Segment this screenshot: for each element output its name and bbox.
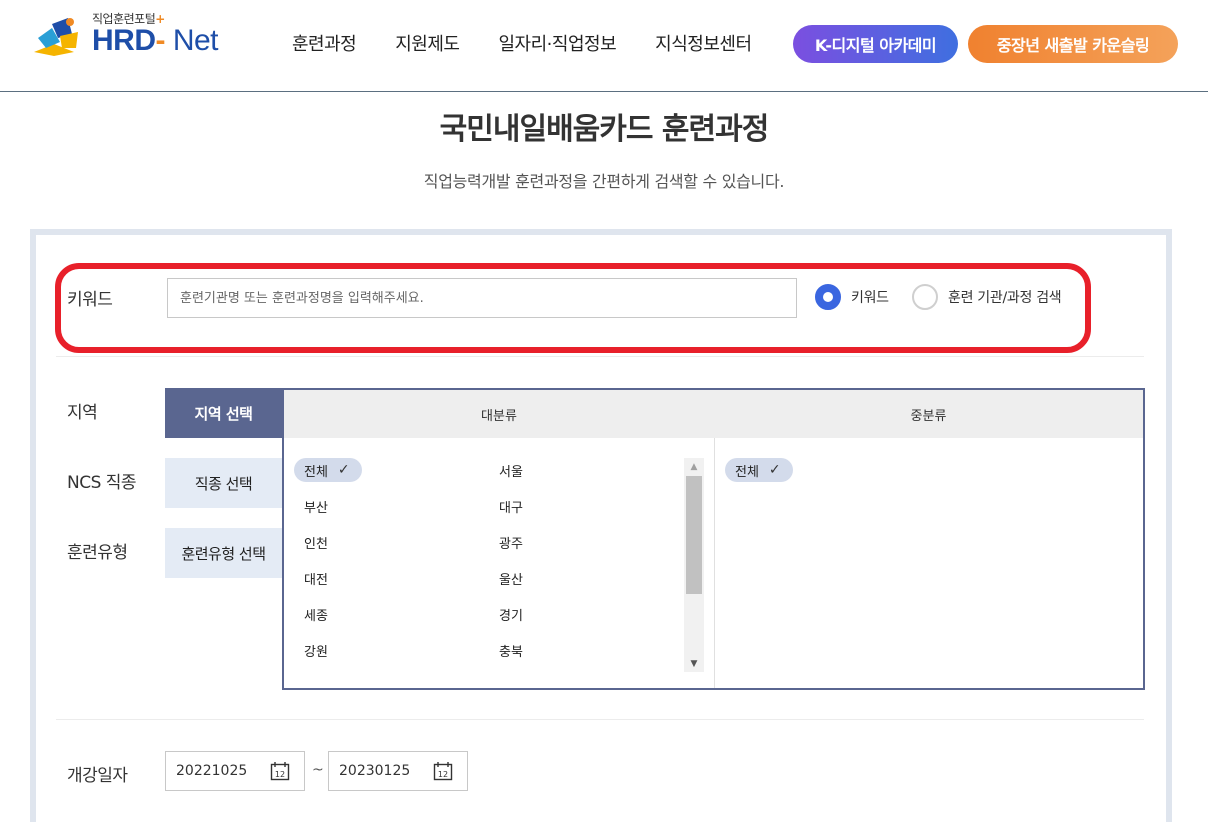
minor-item-label: 전체	[735, 464, 759, 480]
radio-institution-dot[interactable]	[912, 284, 938, 310]
header: 직업훈련포털+ HRD- Net 훈련과정 지원제도 일자리·직업정보 지식정보…	[0, 0, 1208, 92]
radio-institution-label: 훈련 기관/과정 검색	[948, 290, 1062, 306]
nav-training-courses[interactable]: 훈련과정	[292, 30, 357, 56]
region-item-busan[interactable]: 부산	[304, 494, 328, 518]
divider	[56, 356, 1144, 357]
divider	[56, 719, 1144, 720]
radio-keyword[interactable]: 키워드	[815, 284, 889, 310]
check-icon: ✓	[768, 462, 781, 478]
region-item-gyeonggi[interactable]: 경기	[499, 602, 523, 626]
radio-keyword-dot[interactable]	[815, 284, 841, 310]
region-item-gangwon[interactable]: 강원	[304, 638, 328, 662]
region-item-seoul[interactable]: 서울	[499, 458, 523, 482]
region-item-ulsan[interactable]: 울산	[499, 566, 523, 590]
region-item-daejeon[interactable]: 대전	[304, 566, 328, 590]
k-digital-academy-button[interactable]: K-디지털 아카데미	[793, 25, 958, 63]
logo-main-dash: -	[155, 24, 166, 57]
nav-jobs-info[interactable]: 일자리·직업정보	[499, 30, 617, 56]
calendar-icon[interactable]: 12	[433, 761, 453, 781]
end-date-value: 20230125	[339, 763, 411, 779]
radio-institution[interactable]: 훈련 기관/과정 검색	[912, 284, 1062, 310]
training-type-label: 훈련유형	[67, 543, 128, 563]
page-subtitle: 직업능력개발 훈련과정을 간편하게 검색할 수 있습니다.	[423, 172, 785, 191]
date-separator: ~	[312, 762, 324, 778]
logo-icon	[34, 18, 78, 56]
logo-main-net: Net	[165, 24, 219, 57]
main-nav: 훈련과정 지원제도 일자리·직업정보 지식정보센터	[292, 30, 752, 56]
column-divider	[714, 438, 715, 688]
region-item-sejong[interactable]: 세종	[304, 602, 328, 626]
region-item-daegu[interactable]: 대구	[499, 494, 523, 518]
scroll-down-icon[interactable]: ▼	[684, 655, 704, 672]
minor-item-all[interactable]: 전체 ✓	[725, 458, 793, 482]
start-date-value: 20221025	[176, 763, 248, 779]
region-label: 지역	[67, 403, 98, 423]
tab-ncs-select[interactable]: 직종 선택	[165, 458, 282, 508]
region-item-gwangju[interactable]: 광주	[499, 530, 523, 554]
end-date-field[interactable]: 20230125 12	[328, 751, 468, 791]
region-item-chungbuk[interactable]: 충북	[499, 638, 523, 662]
tab-type-select[interactable]: 훈련유형 선택	[165, 528, 282, 578]
check-icon: ✓	[337, 462, 350, 478]
major-category-header: 대분류	[481, 408, 517, 424]
keyword-label: 키워드	[67, 290, 113, 310]
page-title: 국민내일배움카드 훈련과정	[439, 112, 770, 147]
keyword-input[interactable]	[167, 278, 797, 318]
calendar-icon[interactable]: 12	[270, 761, 290, 781]
start-date-label: 개강일자	[67, 766, 128, 786]
radio-keyword-label: 키워드	[851, 290, 889, 306]
major-list-scrollbar[interactable]: ▲ ▼	[684, 458, 704, 672]
midlife-counseling-button[interactable]: 중장년 새출발 카운슬링	[968, 25, 1178, 63]
hrd-net-logo[interactable]: 직업훈련포털+ HRD- Net	[30, 10, 230, 60]
nav-knowledge-center[interactable]: 지식정보센터	[655, 30, 752, 56]
region-item-label: 전체	[304, 464, 328, 480]
nav-support-system[interactable]: 지원제도	[395, 30, 460, 56]
tab-region-select[interactable]: 지역 선택	[165, 388, 282, 438]
scroll-up-icon[interactable]: ▲	[684, 458, 704, 475]
region-item-all[interactable]: 전체 ✓	[294, 458, 362, 482]
region-selector: 대분류 중분류 전체 ✓ 부산 인천 대전 세종 강원 서울 대구 광주 울산 …	[282, 388, 1145, 690]
region-item-incheon[interactable]: 인천	[304, 530, 328, 554]
logo-main-hrd: HRD	[92, 24, 156, 57]
start-date-field[interactable]: 20221025 12	[165, 751, 305, 791]
calendar-day: 12	[275, 770, 285, 779]
scroll-thumb[interactable]	[686, 476, 702, 594]
minor-category-header: 중분류	[910, 408, 947, 424]
calendar-day: 12	[438, 770, 448, 779]
ncs-label: NCS 직종	[67, 473, 137, 493]
